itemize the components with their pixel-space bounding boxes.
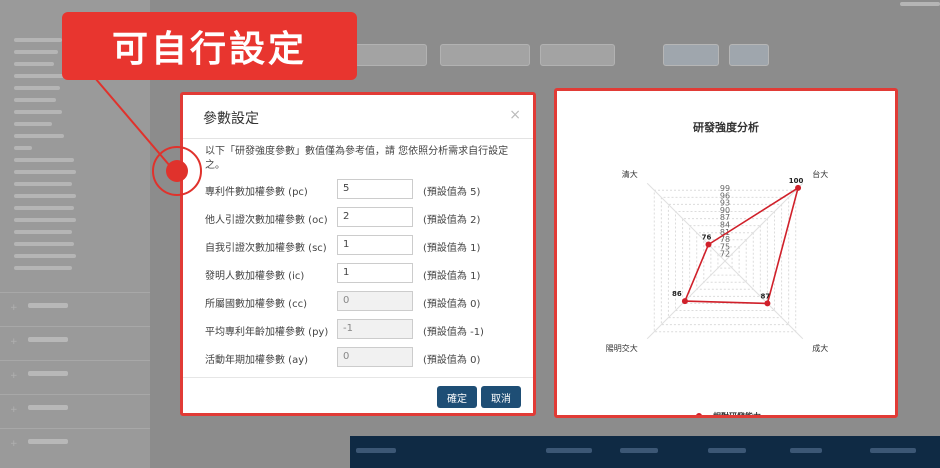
background-results-header: [350, 436, 940, 468]
cancel-button[interactable]: 取消: [481, 386, 521, 408]
highlight-dot: [166, 160, 188, 182]
param-default: (預設值為 5): [423, 187, 481, 198]
param-row-pc: 專利件數加權參數 (pc) 5 (預設值為 5): [205, 179, 525, 201]
callout-label: 可自行設定: [62, 12, 357, 80]
param-input-pc[interactable]: 5: [337, 179, 413, 199]
param-row-ay: 活動年期加權參數 (ay) 0 (預設值為 0): [205, 347, 525, 369]
parameter-settings-dialog: 參數設定 × 以下「研發強度參數」數值僅為參考值，請 您依照分析需求自行設定之。…: [180, 92, 536, 416]
param-input-py[interactable]: -1: [337, 319, 413, 339]
background-toolbar: [355, 44, 935, 68]
radar-spoke: [646, 182, 726, 262]
param-default: (預設值為 1): [423, 271, 481, 282]
param-default: (預設值為 2): [423, 215, 481, 226]
radar-data-point: [681, 298, 688, 305]
radar-data-label: 100: [789, 177, 804, 185]
close-icon[interactable]: ×: [509, 107, 521, 123]
legend-label: 相對研發能力: [713, 411, 761, 415]
param-label: 專利件數加權參數 (pc): [205, 187, 308, 198]
param-label: 平均專利年齡加權參數 (py): [205, 327, 329, 338]
param-row-cc: 所屬國數加權參數 (cc) 0 (預設值為 0): [205, 291, 525, 313]
param-label: 自我引證次數加權參數 (sc): [205, 243, 327, 254]
param-label: 活動年期加權參數 (ay): [205, 355, 309, 366]
param-row-sc: 自我引證次數加權參數 (sc) 1 (預設值為 1): [205, 235, 525, 257]
param-input-sc[interactable]: 1: [337, 235, 413, 255]
radar-data-point: [764, 300, 771, 307]
radar-chart-panel: 研發強度分析 72 75 78 81 84 87 90 93 96 99 台大 成大 陽明交大 清大 100…: [554, 88, 898, 418]
param-label: 他人引證次數加權參數 (oc): [205, 215, 328, 226]
param-default: (預設值為 1): [423, 243, 481, 254]
param-input-ic[interactable]: 1: [337, 263, 413, 283]
param-label: 所屬國數加權參數 (cc): [205, 299, 307, 310]
param-row-py: 平均專利年齡加權參數 (py) -1 (預設值為 -1): [205, 319, 525, 341]
param-default: (預設值為 -1): [423, 327, 484, 338]
param-default: (預設值為 0): [423, 355, 481, 366]
radar-spoke: [724, 182, 804, 262]
param-row-oc: 他人引證次數加權參數 (oc) 2 (預設值為 2): [205, 207, 525, 229]
param-input-cc[interactable]: 0: [337, 291, 413, 311]
radar-data-label: 87: [761, 292, 771, 300]
radar-data-point: [795, 184, 802, 191]
param-input-ay[interactable]: 0: [337, 347, 413, 367]
background-top-decoration: [900, 2, 940, 6]
param-input-oc[interactable]: 2: [337, 207, 413, 227]
dialog-title: 參數設定: [203, 111, 259, 127]
dialog-footer: 確定 取消: [183, 377, 533, 413]
radar-category-label: 清大: [622, 169, 638, 179]
param-label: 發明人數加權參數 (ic): [205, 271, 305, 282]
radar-data-point: [705, 241, 712, 248]
radar-category-label: 台大: [812, 169, 828, 179]
dialog-header: 參數設定 ×: [183, 95, 533, 139]
radar-data-label: 86: [672, 290, 682, 298]
radar-category-label: 成大: [812, 343, 828, 353]
confirm-button[interactable]: 確定: [437, 386, 477, 408]
radar-data-label: 76: [702, 234, 712, 242]
dialog-intro-text: 以下「研發強度參數」數值僅為參考值，請 您依照分析需求自行設定之。: [205, 146, 509, 171]
radar-chart: 72757881848790939699台大成大陽明交大清大100878676相…: [606, 169, 828, 415]
legend-swatch-dot: [696, 413, 702, 415]
param-row-ic: 發明人數加權參數 (ic) 1 (預設值為 1): [205, 263, 525, 285]
radar-tick-label: 99: [720, 184, 730, 193]
param-default: (預設值為 0): [423, 299, 481, 310]
radar-category-label: 陽明交大: [606, 343, 638, 353]
